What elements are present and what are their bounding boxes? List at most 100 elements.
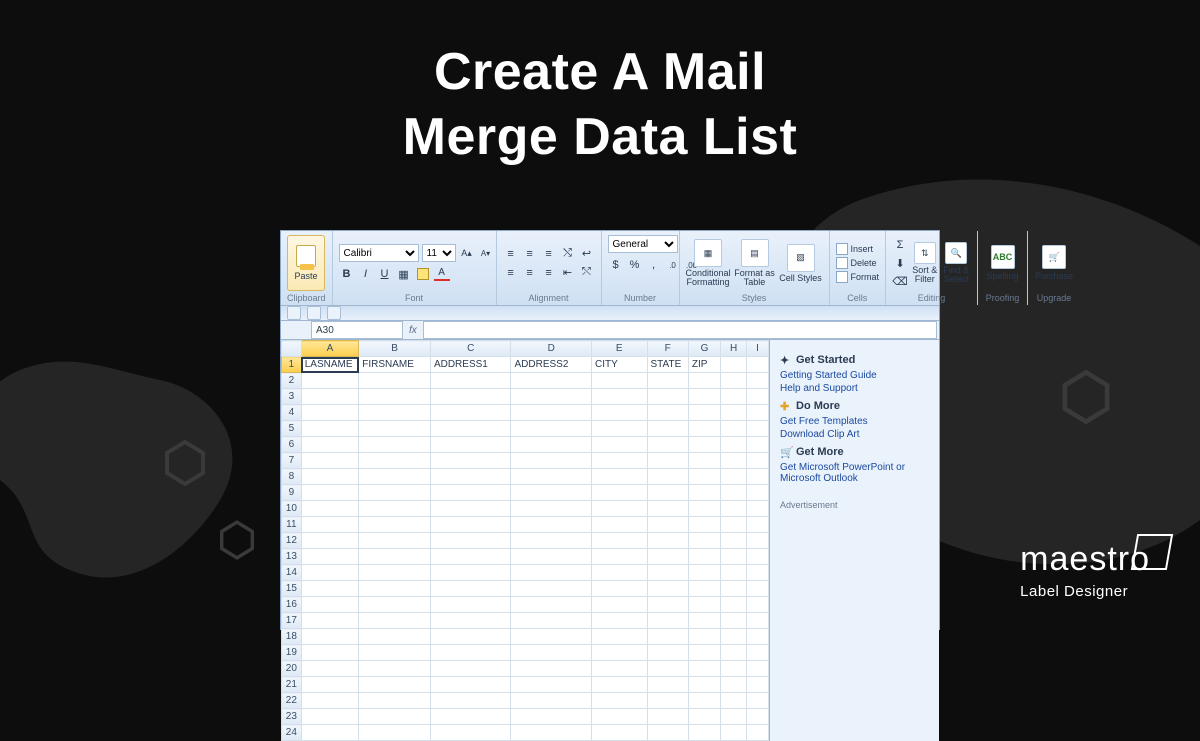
cell[interactable] [688,709,720,725]
row-header[interactable]: 14 [282,565,302,581]
cell[interactable] [721,693,747,709]
cell[interactable] [511,709,592,725]
cell[interactable] [511,613,592,629]
cell[interactable] [721,629,747,645]
cell[interactable] [747,421,769,437]
cell[interactable] [721,357,747,373]
cell[interactable] [430,549,511,565]
cell[interactable] [430,469,511,485]
cell[interactable] [647,405,688,421]
orientation-button[interactable]: ⤭ [560,246,576,262]
cell[interactable] [592,645,647,661]
cell[interactable] [688,629,720,645]
cell[interactable] [688,677,720,693]
cell[interactable] [359,549,431,565]
cell[interactable] [359,533,431,549]
cell[interactable] [359,613,431,629]
cell[interactable] [688,645,720,661]
cell[interactable] [721,421,747,437]
cell[interactable] [647,485,688,501]
cell[interactable] [511,453,592,469]
cell[interactable] [592,453,647,469]
cell[interactable] [721,373,747,389]
cell[interactable] [511,677,592,693]
cell[interactable] [721,517,747,533]
cell[interactable] [430,725,511,741]
cell[interactable] [430,613,511,629]
number-format-select[interactable]: General [608,235,678,253]
row-header[interactable]: 1 [282,357,302,373]
row-header[interactable]: 21 [282,677,302,693]
cell[interactable] [430,693,511,709]
cell[interactable] [359,405,431,421]
cell[interactable] [359,453,431,469]
cell[interactable] [511,389,592,405]
format-as-table-button[interactable]: ▤ Format as Table [733,239,777,287]
cell[interactable] [359,661,431,677]
cell[interactable] [511,469,592,485]
cell[interactable] [721,469,747,485]
cell[interactable] [688,421,720,437]
increase-decimal-button[interactable]: .0 [665,257,681,273]
row-header[interactable]: 11 [282,517,302,533]
cell[interactable] [359,581,431,597]
cell[interactable] [721,453,747,469]
column-header[interactable]: B [359,341,431,357]
cell[interactable] [592,581,647,597]
cell[interactable] [688,725,720,741]
format-button[interactable]: Format [836,271,880,283]
cell[interactable] [721,581,747,597]
row-header[interactable]: 20 [282,661,302,677]
cell[interactable] [511,549,592,565]
cell[interactable] [511,629,592,645]
cell[interactable] [430,645,511,661]
delete-button[interactable]: Delete [836,257,880,269]
cell[interactable] [592,693,647,709]
cell[interactable] [647,533,688,549]
cell[interactable] [359,693,431,709]
border-button[interactable]: ▦ [396,266,412,282]
cell[interactable] [747,405,769,421]
cell[interactable] [688,613,720,629]
cell[interactable]: FIRSNAME [359,357,431,373]
cell[interactable] [592,613,647,629]
cell[interactable] [301,629,359,645]
cell[interactable] [721,725,747,741]
wrap-text-button[interactable]: ↩ [579,246,595,262]
cell[interactable] [647,597,688,613]
fx-label[interactable]: fx [409,325,417,336]
cell-styles-button[interactable]: ▧ Cell Styles [779,244,823,283]
cell[interactable] [592,629,647,645]
download-clipart-link[interactable]: Download Clip Art [780,429,929,440]
align-bottom-button[interactable]: ≡ [541,246,557,262]
row-header[interactable]: 7 [282,453,302,469]
cell[interactable] [301,725,359,741]
cell[interactable] [592,549,647,565]
cell[interactable] [301,549,359,565]
align-left-button[interactable]: ≡ [503,265,519,281]
cell[interactable] [747,709,769,725]
cell[interactable] [688,501,720,517]
cell[interactable] [647,661,688,677]
cell[interactable] [301,661,359,677]
cell[interactable] [647,421,688,437]
cell[interactable] [688,597,720,613]
cell[interactable] [721,661,747,677]
cell[interactable] [301,677,359,693]
column-header[interactable]: A [301,341,359,357]
row-header[interactable]: 6 [282,437,302,453]
align-middle-button[interactable]: ≡ [522,246,538,262]
cell[interactable] [511,597,592,613]
cell[interactable] [647,373,688,389]
cell[interactable] [301,645,359,661]
row-header[interactable]: 24 [282,725,302,741]
spreadsheet-grid[interactable]: ABCDEFGHI1LASNAMEFIRSNAMEADDRESS1ADDRESS… [281,340,769,741]
cell[interactable] [688,485,720,501]
cell[interactable] [647,725,688,741]
cell[interactable] [747,661,769,677]
cell[interactable] [511,485,592,501]
cell[interactable] [301,613,359,629]
cell[interactable] [592,421,647,437]
row-header[interactable]: 2 [282,373,302,389]
cell[interactable] [647,565,688,581]
